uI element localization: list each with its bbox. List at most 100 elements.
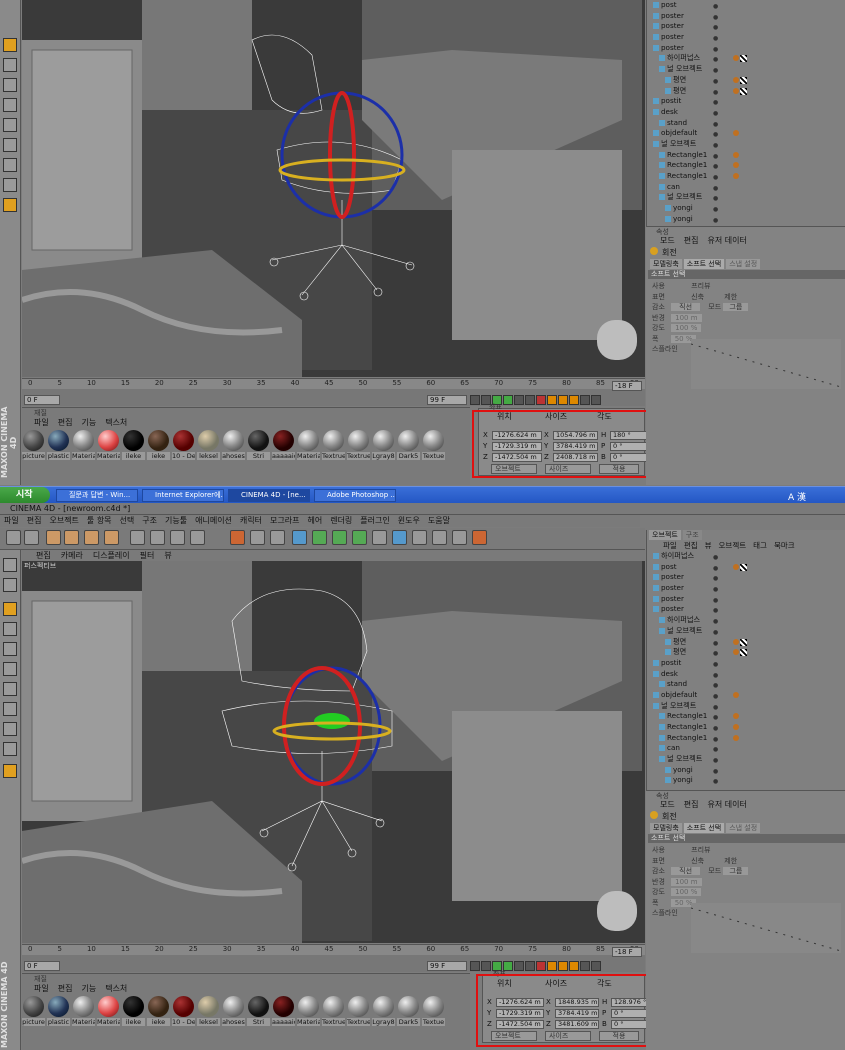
menu-tools[interactable]: 툴 항목 xyxy=(87,515,112,527)
object-row[interactable]: 평면 ● xyxy=(647,75,845,86)
menu-mode[interactable]: 모드 xyxy=(660,235,675,246)
phong-tag-icon[interactable] xyxy=(733,691,739,698)
viewport-bottom[interactable]: 퍼스펙티브 xyxy=(22,561,645,943)
menu-window[interactable]: 윈도우 xyxy=(398,515,420,527)
scale-tool-icon[interactable] xyxy=(3,622,17,636)
object-row[interactable]: Rectangle1 ● xyxy=(647,160,845,171)
object-row[interactable]: Rectangle1 ● xyxy=(647,733,845,744)
object-row[interactable]: yongi ● xyxy=(647,214,845,225)
material-swatch[interactable]: Materia xyxy=(72,995,95,1033)
object-row[interactable]: yongi ● xyxy=(647,765,845,776)
light-icon[interactable] xyxy=(432,530,447,545)
om-menu-bookmark[interactable]: 북마크 xyxy=(774,540,795,551)
object-row[interactable]: Rectangle1 ● xyxy=(647,711,845,722)
menu-edit[interactable]: 편집 xyxy=(58,417,73,428)
om-menu-edit[interactable]: 편집 xyxy=(684,540,698,551)
phong-tag-icon[interactable] xyxy=(733,55,739,62)
phong-tag-icon[interactable] xyxy=(733,649,739,656)
phong-tag-icon[interactable] xyxy=(733,713,739,720)
menu-file[interactable]: 파일 xyxy=(34,983,49,994)
object-row[interactable]: objdefault ● xyxy=(647,690,845,701)
object-row[interactable]: 평면 ● xyxy=(647,647,845,658)
snap-icon[interactable] xyxy=(3,198,17,212)
viewport-top[interactable] xyxy=(22,0,645,377)
phong-tag-icon[interactable] xyxy=(733,638,739,645)
calculator-icon[interactable] xyxy=(452,530,467,545)
current-frame-field[interactable]: 0 F xyxy=(24,395,60,405)
object-row[interactable]: 평면 ● xyxy=(647,86,845,97)
tab-objects[interactable]: 오브젝트 xyxy=(649,530,681,540)
material-swatch[interactable]: Stri xyxy=(247,429,270,467)
menu-render[interactable]: 렌더링 xyxy=(330,515,352,527)
tab-modeling-axis[interactable]: 모델링축 xyxy=(650,823,682,833)
material-swatch[interactable]: Textrue xyxy=(322,429,345,467)
tab-snap[interactable]: 스냅 설정 xyxy=(726,259,761,269)
object-row[interactable]: objdefault ● xyxy=(647,128,845,139)
redo-icon[interactable] xyxy=(24,530,39,545)
timeline-bottom[interactable]: 051015202530354045505560657075808590 0 F… xyxy=(22,944,645,972)
render-settings-icon[interactable] xyxy=(270,530,285,545)
object-row[interactable]: 하이퍼넙스 ● xyxy=(647,53,845,64)
deformer-icon[interactable] xyxy=(372,530,387,545)
phong-tag-icon[interactable] xyxy=(733,87,739,94)
object-row[interactable]: poster ● xyxy=(647,11,845,22)
snap-icon[interactable] xyxy=(3,764,17,778)
menu-texture[interactable]: 텍스처 xyxy=(105,983,127,994)
material-swatch[interactable]: Materia xyxy=(72,429,95,467)
render-view-icon[interactable] xyxy=(230,530,245,545)
texture-tag-icon[interactable] xyxy=(740,649,747,657)
phong-tag-icon[interactable] xyxy=(733,162,739,169)
model-mode-icon[interactable] xyxy=(3,138,17,152)
object-row[interactable]: poster ● xyxy=(647,604,845,615)
material-swatch[interactable]: Dark5 xyxy=(397,995,420,1033)
falloff-spline-graph[interactable] xyxy=(691,339,841,389)
polygon-mode-icon[interactable] xyxy=(3,642,17,656)
om-menu-tag[interactable]: 태그 xyxy=(753,540,767,551)
object-row[interactable]: 평면 ● xyxy=(647,637,845,648)
material-swatch[interactable]: ahoses xyxy=(222,429,245,467)
menu-edit[interactable]: 편집 xyxy=(684,235,699,246)
taskbar-item[interactable]: Internet Explorer에... xyxy=(142,489,224,502)
material-swatch[interactable]: Materia xyxy=(297,995,320,1033)
object-row[interactable]: poster ● xyxy=(647,32,845,43)
coordinate-system-icon[interactable] xyxy=(190,530,205,545)
spline-icon[interactable] xyxy=(312,530,327,545)
use-model-tool-icon[interactable] xyxy=(3,558,17,572)
live-select-icon[interactable] xyxy=(46,530,61,545)
target-icon[interactable] xyxy=(472,530,487,545)
phong-tag-icon[interactable] xyxy=(733,724,739,730)
material-swatch[interactable]: Textrue xyxy=(322,995,345,1033)
end-frame-field[interactable]: 99 F xyxy=(427,395,467,405)
object-row[interactable]: 널 오브젝트 ● xyxy=(647,192,845,203)
camera-icon[interactable] xyxy=(412,530,427,545)
material-swatch[interactable]: leksel xyxy=(197,995,220,1033)
scale-tool-icon[interactable] xyxy=(3,58,17,72)
object-row[interactable]: Rectangle1 ● xyxy=(647,150,845,161)
tab-soft-selection[interactable]: 소프트 선택 xyxy=(683,823,725,833)
move-tool-icon[interactable] xyxy=(3,38,17,52)
material-swatch[interactable]: ileke xyxy=(122,429,145,467)
visibility-dots-icon[interactable]: ● xyxy=(713,216,718,227)
menu-edit[interactable]: 편집 xyxy=(58,983,73,994)
falloff-spline-graph[interactable] xyxy=(691,903,841,953)
scene-icon[interactable] xyxy=(392,530,407,545)
cube-icon[interactable] xyxy=(292,530,307,545)
object-row[interactable]: poster ● xyxy=(647,594,845,605)
material-swatch[interactable]: Textue xyxy=(422,995,445,1033)
texture-mode-icon[interactable] xyxy=(3,158,17,172)
vp-menu-filter[interactable]: 필터 xyxy=(140,550,155,561)
phong-tag-icon[interactable] xyxy=(733,563,739,570)
tab-soft-selection[interactable]: 소프트 선택 xyxy=(683,259,725,269)
move-tool-icon[interactable] xyxy=(3,602,17,616)
texture-tag-icon[interactable] xyxy=(740,55,747,63)
texture-tool-icon[interactable] xyxy=(3,578,17,592)
menu-userdata[interactable]: 유저 데이터 xyxy=(707,235,746,246)
object-row[interactable]: 널 오브젝트 ● xyxy=(647,626,845,637)
texture-tag-icon[interactable] xyxy=(740,563,747,571)
material-swatch[interactable]: Materia xyxy=(97,429,120,467)
phong-tag-icon[interactable] xyxy=(733,173,739,179)
phong-tag-icon[interactable] xyxy=(733,734,739,741)
object-row[interactable]: poster ● xyxy=(647,572,845,583)
menu-mode[interactable]: 모드 xyxy=(660,799,675,810)
taskbar-item[interactable]: 질문과 답변 - Win... xyxy=(56,489,138,502)
